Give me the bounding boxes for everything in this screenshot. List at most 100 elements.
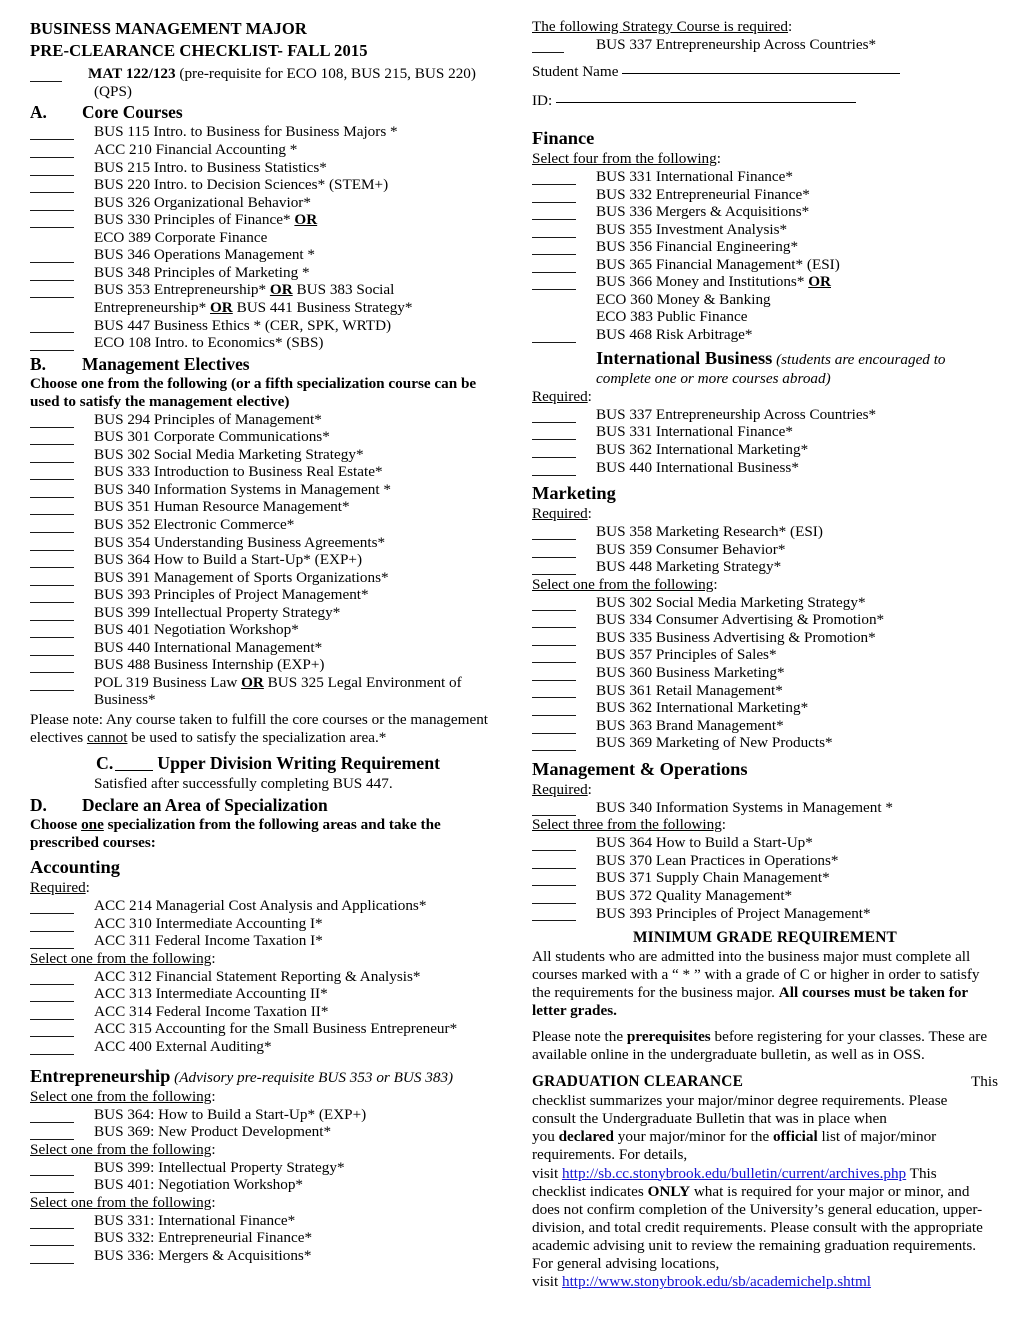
student-id-field[interactable]: ID:	[532, 92, 998, 110]
checkbox-blank-line[interactable]	[532, 611, 590, 629]
accounting-select-label: Select one from the following:	[30, 949, 216, 967]
checkbox-blank-line[interactable]	[30, 446, 88, 463]
checkbox-blank-line[interactable]	[30, 1212, 88, 1229]
checkbox-blank-line[interactable]	[30, 656, 88, 674]
checkbox-blank-line[interactable]	[532, 682, 590, 699]
checkbox-blank-line[interactable]	[30, 1247, 88, 1264]
required-underline: Required	[532, 387, 588, 405]
checkbox-blank-line[interactable]	[532, 459, 590, 476]
checkbox-blank-line[interactable]	[532, 256, 590, 273]
checkbox-blank-line[interactable]	[30, 159, 88, 176]
checkbox-blank-line[interactable]	[30, 317, 88, 334]
checkbox-blank-line[interactable]	[30, 211, 88, 229]
course-row: BUS 370 Lean Practices in Operations*	[532, 852, 998, 870]
checkbox-blank-line[interactable]	[532, 852, 590, 869]
checkbox-blank-line[interactable]	[532, 326, 590, 343]
checkbox-blank-line[interactable]	[30, 932, 88, 950]
student-name-field[interactable]: Student Name	[532, 63, 998, 81]
checkbox-blank-line[interactable]	[532, 541, 590, 558]
checkbox-blank-line[interactable]	[30, 481, 88, 498]
checkbox-blank-line[interactable]	[30, 411, 88, 428]
checkbox-blank-line[interactable]	[30, 674, 88, 691]
checkbox-blank-line[interactable]	[532, 406, 590, 423]
checkbox-blank-line[interactable]	[532, 523, 590, 541]
checkbox-blank-line[interactable]	[30, 621, 88, 639]
checkbox-blank-line[interactable]	[30, 65, 88, 83]
checkbox-blank-line[interactable]	[532, 664, 590, 681]
checkbox-blank-line[interactable]	[30, 1176, 88, 1194]
course-row: ACC 313 Intermediate Accounting II*	[30, 985, 502, 1003]
checkbox-blank-line[interactable]	[532, 36, 590, 53]
checkbox-blank-line[interactable]	[532, 186, 590, 203]
mat-requirement-cont: (QPS)	[94, 82, 132, 100]
checkbox-blank-line[interactable]	[532, 238, 590, 256]
checkbox-blank-line[interactable]	[30, 1123, 88, 1141]
checkbox-blank-line[interactable]	[115, 769, 154, 771]
checkbox-blank-line[interactable]	[30, 264, 88, 281]
strategy-course-label: The following Strategy Course is require…	[532, 18, 793, 35]
checkbox-blank-line[interactable]	[30, 1229, 88, 1247]
checkbox-blank-line[interactable]	[30, 551, 88, 569]
checkbox-blank-line[interactable]	[30, 334, 88, 351]
checkbox-blank-line[interactable]	[30, 1003, 88, 1020]
checkbox-blank-line[interactable]	[30, 498, 88, 516]
checkbox-blank-line[interactable]	[30, 1159, 88, 1176]
checkbox-blank-line[interactable]	[532, 168, 590, 185]
checkbox-blank-line[interactable]	[30, 534, 88, 551]
section-b-instruction: Choose one from the following (or a fift…	[30, 374, 477, 410]
course-label: BUS 335 Business Advertising & Promotion…	[596, 628, 876, 646]
course-row: BUS 115 Intro. to Business for Business …	[30, 123, 502, 141]
checkbox-blank-line[interactable]	[532, 441, 590, 458]
checkbox-blank-line[interactable]	[532, 646, 590, 664]
checkbox-blank-line[interactable]	[30, 968, 88, 985]
checkbox-blank-line[interactable]	[30, 428, 88, 446]
checkbox-blank-line[interactable]	[30, 141, 88, 158]
checkbox-blank-line[interactable]	[532, 869, 590, 887]
checkbox-blank-line[interactable]	[532, 594, 590, 611]
checkbox-blank-line[interactable]	[30, 516, 88, 533]
course-row: BUS 356 Financial Engineering*	[532, 238, 998, 256]
checkbox-blank-line[interactable]	[30, 639, 88, 656]
checkbox-blank-line[interactable]	[532, 834, 590, 852]
bulletin-archives-link[interactable]: http://sb.cc.stonybrook.edu/bulletin/cur…	[562, 1165, 906, 1182]
checkbox-blank-line[interactable]	[532, 423, 590, 441]
checkbox-blank-line[interactable]	[30, 915, 88, 932]
checkbox-blank-line[interactable]	[30, 463, 88, 481]
course-row: BUS 440 International Business*	[532, 459, 998, 477]
checkbox-blank-line[interactable]	[532, 887, 590, 904]
course-label: ACC 400 External Auditing*	[94, 1038, 272, 1055]
checkbox-blank-line[interactable]	[532, 221, 590, 238]
checkbox-blank-line[interactable]	[30, 586, 88, 604]
checkbox-blank-line[interactable]	[30, 194, 88, 211]
course-label: BUS 337 Entrepreneurship Across Countrie…	[596, 405, 877, 423]
checkbox-blank-line[interactable]	[532, 558, 590, 576]
checkbox-blank-line[interactable]	[30, 176, 88, 194]
checkbox-blank-line[interactable]	[532, 734, 590, 752]
checkbox-blank-line[interactable]	[30, 604, 88, 621]
checkbox-blank-line[interactable]	[532, 699, 590, 716]
student-id-input[interactable]	[556, 101, 857, 103]
section-a-course-list: BUS 115 Intro. to Business for Business …	[30, 123, 502, 351]
checkbox-blank-line[interactable]	[532, 905, 590, 922]
checkbox-blank-line[interactable]	[30, 123, 88, 141]
student-name-input[interactable]	[622, 73, 901, 75]
checkbox-blank-line[interactable]	[30, 1020, 88, 1038]
checkbox-blank-line[interactable]	[30, 569, 88, 586]
checkbox-blank-line[interactable]	[30, 1038, 88, 1055]
course-label: BUS 366 Money and Institutions* OR	[596, 273, 831, 291]
checkbox-blank-line[interactable]	[532, 799, 590, 816]
course-label: BUS 361 Retail Management*	[596, 681, 783, 699]
checkbox-blank-line[interactable]	[30, 897, 88, 915]
checkbox-blank-line[interactable]	[30, 281, 88, 299]
course-label: BUS 333 Introduction to Business Real Es…	[94, 463, 383, 481]
checkbox-blank-line[interactable]	[532, 273, 590, 291]
course-label: BUS 334 Consumer Advertising & Promotion…	[596, 611, 885, 629]
checkbox-blank-line[interactable]	[30, 246, 88, 264]
checkbox-blank-line[interactable]	[30, 1106, 88, 1123]
checkbox-blank-line[interactable]	[30, 985, 88, 1003]
checkbox-blank-line[interactable]	[532, 203, 590, 221]
course-label: BUS 440 International Management*	[94, 638, 323, 656]
checkbox-blank-line[interactable]	[532, 629, 590, 646]
academic-help-link[interactable]: http://www.stonybrook.edu/sb/academichel…	[562, 1273, 871, 1290]
checkbox-blank-line[interactable]	[532, 717, 590, 734]
